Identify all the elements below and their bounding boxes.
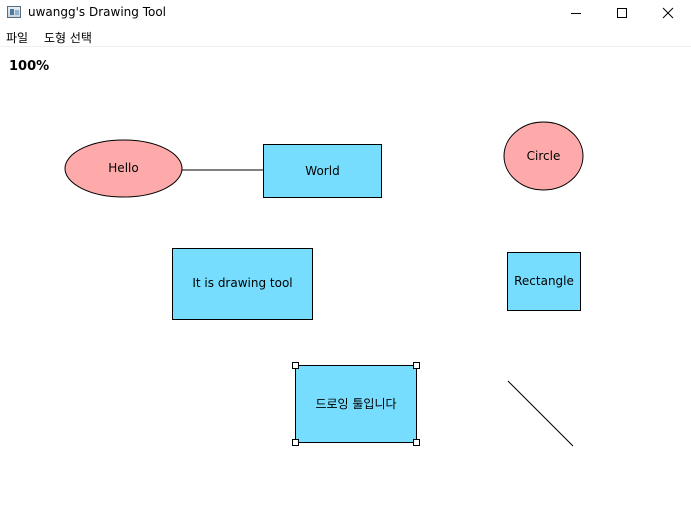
- shape-label: Hello: [108, 161, 138, 175]
- resize-handle-bottom-left[interactable]: [292, 439, 299, 446]
- shape-rect-rectangle[interactable]: Rectangle: [507, 252, 581, 311]
- resize-handle-top-left[interactable]: [292, 362, 299, 369]
- shape-label: Circle: [527, 149, 561, 163]
- shape-label: Rectangle: [514, 274, 574, 288]
- shape-ellipse-circle[interactable]: Circle: [503, 121, 584, 191]
- shape-rect-drawing-tool[interactable]: It is drawing tool: [172, 248, 313, 320]
- shape-rect-world[interactable]: World: [263, 144, 382, 198]
- shape-label: It is drawing tool: [192, 276, 292, 290]
- canvas-shapes[interactable]: Hello World Circle It is drawing tool Re…: [0, 0, 691, 529]
- resize-handle-bottom-right[interactable]: [413, 439, 420, 446]
- shape-rect-korean-selected[interactable]: 드로잉 툴입니다: [292, 362, 420, 446]
- resize-handle-top-right[interactable]: [413, 362, 420, 369]
- shape-line[interactable]: [507, 380, 574, 447]
- shape-label: 드로잉 툴입니다: [315, 397, 396, 411]
- shape-label: World: [305, 164, 339, 178]
- shape-ellipse-hello[interactable]: Hello: [64, 139, 183, 198]
